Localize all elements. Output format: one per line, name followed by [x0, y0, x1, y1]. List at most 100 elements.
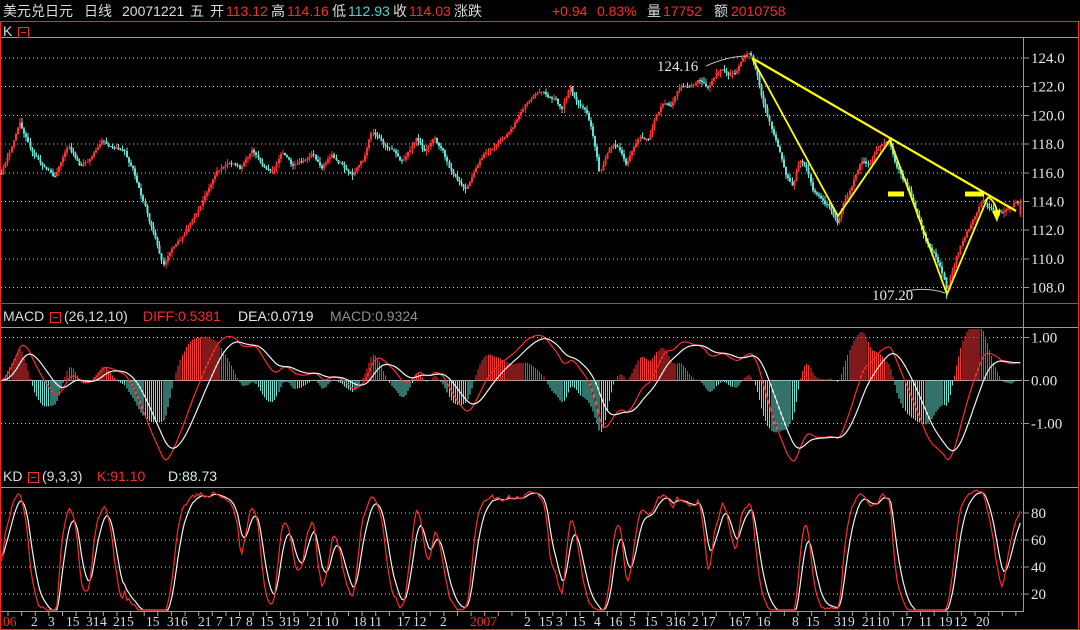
period-label[interactable]: 日线 [84, 3, 112, 19]
svg-text:2: 2 [692, 614, 699, 629]
svg-text:118.0: 118.0 [1031, 137, 1064, 153]
change-label: 涨跌 [454, 3, 482, 19]
kd-params: (9,3,3) [42, 468, 83, 484]
svg-text:6: 6 [181, 614, 188, 629]
svg-text:12: 12 [413, 614, 427, 629]
change-pct-value: 0.83% [597, 3, 637, 19]
low-label: 低 [332, 3, 346, 19]
amount-value: 2010758 [731, 3, 786, 19]
svg-text:10: 10 [325, 614, 339, 629]
svg-text:6: 6 [679, 614, 686, 629]
candlestick-series [0, 50, 1022, 300]
kd-collapse-icon[interactable] [28, 472, 39, 483]
macd-pane-label: MACD [3, 308, 45, 324]
svg-text:06: 06 [3, 614, 17, 629]
volume-value: 17752 [663, 3, 702, 19]
svg-text:15: 15 [260, 614, 274, 629]
svg-text:31: 31 [279, 614, 293, 629]
svg-text:4: 4 [594, 614, 601, 629]
svg-text:2007: 2007 [470, 614, 497, 629]
svg-text:-1.00: -1.00 [1031, 417, 1062, 433]
svg-text:122.0: 122.0 [1031, 80, 1065, 96]
svg-text:15: 15 [66, 614, 80, 629]
svg-text:108.0: 108.0 [1031, 281, 1065, 297]
svg-text:12: 12 [954, 614, 968, 629]
svg-text:31: 31 [834, 614, 848, 629]
svg-text:3: 3 [556, 614, 563, 629]
svg-text:4: 4 [100, 614, 107, 629]
svg-text:40: 40 [1031, 560, 1046, 576]
open-label: 开 [210, 3, 224, 19]
svg-text:31: 31 [666, 614, 680, 629]
svg-text:17: 17 [228, 614, 242, 629]
svg-text:2: 2 [440, 614, 447, 629]
instrument-title: 美元兑日元 [3, 3, 73, 19]
change-value: +0.94 [552, 3, 588, 19]
svg-text:1.00: 1.00 [1031, 331, 1057, 347]
svg-text:15: 15 [539, 614, 553, 629]
svg-text:16: 16 [757, 614, 771, 629]
macd-macd-value: MACD:0.9324 [330, 308, 418, 324]
svg-text:11: 11 [369, 614, 382, 629]
svg-text:15: 15 [644, 614, 658, 629]
close-value: 114.03 [409, 3, 451, 19]
svg-text:110.0: 110.0 [1031, 252, 1064, 268]
svg-text:0.00: 0.00 [1031, 374, 1057, 390]
svg-text:8: 8 [246, 614, 253, 629]
svg-text:19: 19 [939, 614, 953, 629]
macd-lines [1, 334, 1021, 462]
svg-text:31: 31 [167, 614, 181, 629]
svg-text:21: 21 [198, 614, 212, 629]
drawn-annotations [705, 55, 1017, 297]
svg-text:15: 15 [572, 614, 586, 629]
svg-text:11: 11 [919, 614, 932, 629]
kd-pane-label: KD [3, 468, 23, 484]
svg-text:16: 16 [609, 614, 623, 629]
svg-text:16: 16 [729, 614, 743, 629]
svg-text:60: 60 [1031, 533, 1046, 549]
svg-text:21: 21 [862, 614, 876, 629]
svg-text:3: 3 [48, 614, 55, 629]
svg-text:5: 5 [629, 614, 636, 629]
svg-text:17: 17 [899, 614, 913, 629]
svg-text:21: 21 [309, 614, 323, 629]
macd-collapse-icon[interactable] [50, 312, 61, 323]
svg-text:17: 17 [702, 614, 716, 629]
svg-text:8: 8 [792, 614, 799, 629]
svg-text:116.0: 116.0 [1031, 166, 1064, 182]
svg-text:80: 80 [1031, 506, 1046, 522]
svg-text:124.0: 124.0 [1031, 51, 1065, 67]
svg-text:15: 15 [146, 614, 160, 629]
kd-d-value: D:88.73 [168, 468, 218, 484]
date-axis: 06 2 3 15 31 4 21 5 15 31 6 21 7 17 8 15 31 9 21 10 18 11 17 12… [3, 612, 1017, 629]
trading-app-window: 124.0 122.0 120.0 118.0 116.0 114.0 112.0 110.0… [0, 0, 1080, 630]
svg-text:20: 20 [976, 614, 990, 629]
trough-price-annotation: 107.20 [872, 288, 914, 304]
kd-k-value: K:91.10 [97, 468, 146, 484]
svg-text:7: 7 [216, 614, 223, 629]
macd-dea-value: DEA:0.0719 [238, 308, 314, 324]
svg-text:31: 31 [86, 614, 100, 629]
macd-diff-value: DIFF:0.5381 [143, 308, 221, 324]
svg-text:21: 21 [113, 614, 127, 629]
k-pane-collapse-icon[interactable] [18, 27, 29, 38]
low-value: 112.93 [348, 3, 390, 19]
svg-text:2: 2 [524, 614, 531, 629]
k-pane-label: K [3, 23, 13, 39]
open-value: 113.12 [226, 3, 268, 19]
close-label: 收 [393, 3, 407, 19]
svg-text:15: 15 [806, 614, 820, 629]
weekday-value: 五 [190, 3, 204, 19]
gridlines [1, 57, 1029, 595]
volume-label: 量 [647, 3, 661, 19]
svg-text:10: 10 [876, 614, 890, 629]
svg-text:120.0: 120.0 [1031, 108, 1065, 124]
high-label: 高 [271, 3, 285, 19]
svg-text:17: 17 [397, 614, 411, 629]
pane-frames [0, 21, 1080, 630]
svg-text:112.0: 112.0 [1031, 223, 1064, 239]
date-value: 20071221 [122, 3, 185, 19]
svg-text:9: 9 [848, 614, 855, 629]
svg-text:18: 18 [353, 614, 367, 629]
kd-lines [0, 489, 1021, 611]
